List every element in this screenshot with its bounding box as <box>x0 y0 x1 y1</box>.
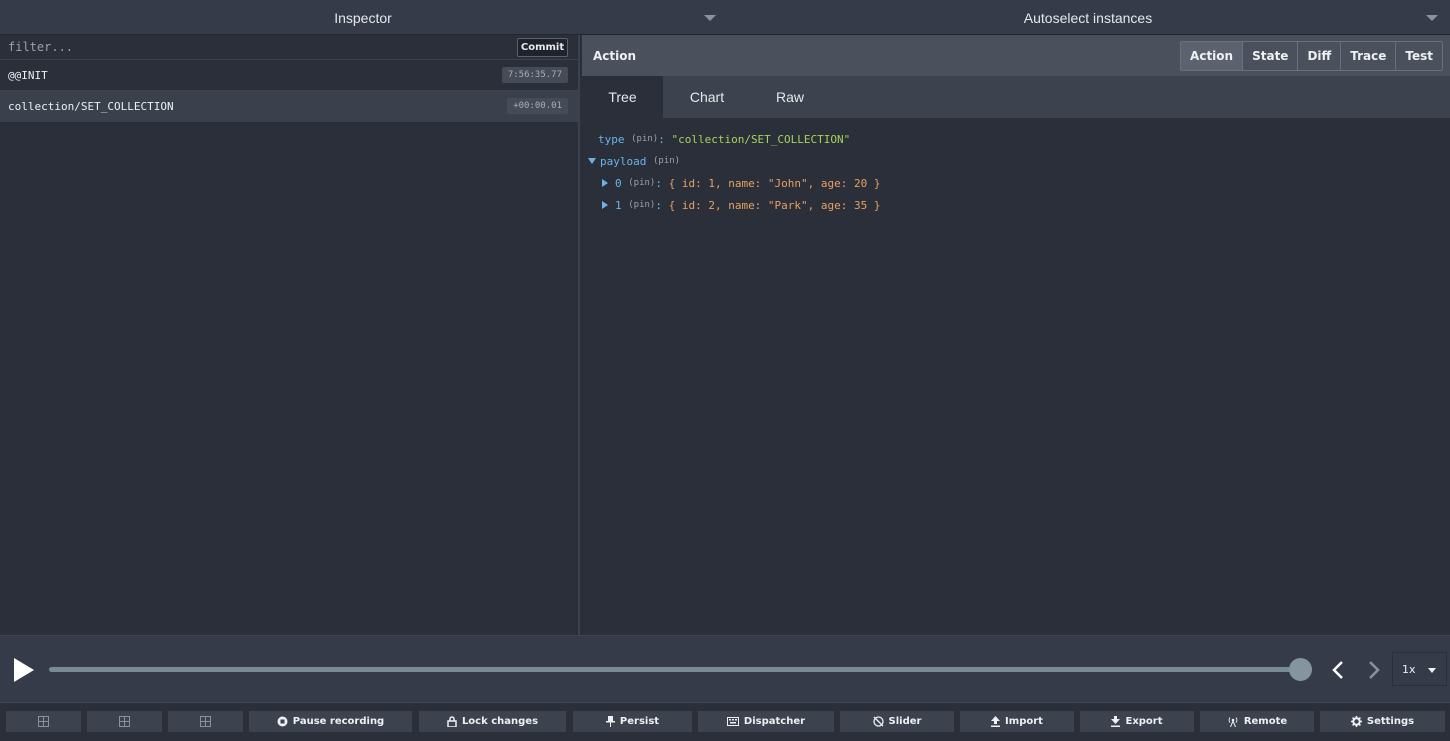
slider-track[interactable] <box>49 667 1303 672</box>
action-name: collection/SET_COLLECTION <box>8 99 174 113</box>
remote-label: Remote <box>1243 716 1288 727</box>
lock-changes-label: Lock changes <box>461 716 539 727</box>
monitor-button-diff[interactable]: Diff <box>1297 41 1341 70</box>
speed-value: 1x <box>1402 662 1416 676</box>
collapsed-arrow-icon[interactable] <box>602 201 608 209</box>
pin-link[interactable]: (pin) <box>653 156 680 166</box>
tree-view: type (pin): "collection/SET_COLLECTION" … <box>582 118 1450 216</box>
inspector-panel: Action Action State Diff Trace Test Tree… <box>582 35 1450 635</box>
play-icon[interactable] <box>14 658 34 682</box>
import-button[interactable]: Import <box>959 710 1075 733</box>
view-tabs: Tree Chart Raw <box>582 76 1450 118</box>
settings-button[interactable]: Settings <box>1319 710 1446 733</box>
monitor-button-trace[interactable]: Trace <box>1340 41 1396 70</box>
import-label: Import <box>1005 716 1043 727</box>
tree-node-item: 1 (pin): { id: 2, name: "Park", age: 35 … <box>588 194 1450 216</box>
export-label: Export <box>1125 716 1163 727</box>
previous-icon[interactable] <box>1328 659 1348 681</box>
instance-select-label: Autoselect instances <box>1023 9 1153 26</box>
chevron-down-icon <box>704 15 716 21</box>
inspector-header: Action Action State Diff Trace Test <box>582 35 1450 76</box>
tree-node-payload: payload (pin) <box>588 150 1450 172</box>
chevron-down-icon <box>1426 15 1438 21</box>
monitor-button-group: Action State Diff Trace Test <box>1180 40 1443 71</box>
inspector-select[interactable]: Inspector <box>0 0 726 35</box>
gear-icon <box>1350 716 1362 727</box>
layout-icon <box>38 716 49 727</box>
persist-button[interactable]: Persist <box>572 710 693 733</box>
bottom-toolbar: Pause recording Lock changes Persist Dis… <box>0 704 1450 741</box>
tree-key[interactable]: 1 <box>615 199 622 212</box>
next-icon[interactable] <box>1364 659 1384 681</box>
pin-link[interactable]: (pin) <box>628 200 655 210</box>
monitor-button-test[interactable]: Test <box>1395 41 1442 70</box>
tree-value: "collection/SET_COLLECTION" <box>671 132 851 146</box>
instance-select[interactable]: Autoselect instances <box>726 0 1450 35</box>
upload-icon <box>991 716 1001 727</box>
layout-right-button[interactable] <box>86 710 163 733</box>
history-off-icon <box>872 716 884 727</box>
monitor-button-state[interactable]: State <box>1242 41 1298 70</box>
tree-key[interactable]: 0 <box>615 177 622 190</box>
tree-value: { id: 2, name: "Park", age: 35 } <box>668 198 881 212</box>
pause-recording-button[interactable]: Pause recording <box>248 710 413 733</box>
monitor-button-action[interactable]: Action <box>1181 41 1243 70</box>
layout-icon <box>119 716 130 727</box>
lock-icon <box>447 716 457 727</box>
tree-value: { id: 1, name: "John", age: 20 } <box>668 176 881 190</box>
layout-left-button[interactable] <box>5 710 82 733</box>
tree-key[interactable]: type <box>598 133 625 146</box>
dispatcher-button[interactable]: Dispatcher <box>697 710 835 733</box>
layout-icon <box>200 716 211 727</box>
filter-row: Commit <box>0 35 578 60</box>
pin-link[interactable]: (pin) <box>628 178 655 188</box>
tab-raw[interactable]: Raw <box>751 76 829 118</box>
pin-icon <box>605 716 615 727</box>
commit-button[interactable]: Commit <box>517 37 568 57</box>
layout-bottom-button[interactable] <box>167 710 244 733</box>
inspector-title: Action <box>593 48 637 63</box>
action-time-badge: 7:56:35.77 <box>501 67 568 83</box>
lock-changes-button[interactable]: Lock changes <box>418 710 567 733</box>
download-icon <box>1111 716 1121 727</box>
keyboard-icon <box>726 717 739 726</box>
pin-link[interactable]: (pin) <box>631 134 658 144</box>
action-item-set-collection[interactable]: collection/SET_COLLECTION +00:00.01 <box>0 91 578 122</box>
slider-thumb[interactable] <box>1289 658 1312 681</box>
inspector-select-label: Inspector <box>334 9 392 26</box>
settings-label: Settings <box>1366 716 1415 727</box>
filter-input[interactable] <box>8 40 517 54</box>
action-item-init[interactable]: @@INIT 7:56:35.77 <box>0 60 578 91</box>
export-button[interactable]: Export <box>1079 710 1195 733</box>
persist-label: Persist <box>619 716 660 727</box>
tree-node-type: type (pin): "collection/SET_COLLECTION" <box>598 132 851 146</box>
action-list-panel: Commit @@INIT 7:56:35.77 collection/SET_… <box>0 35 580 635</box>
pause-record-icon <box>277 716 288 727</box>
antenna-icon <box>1228 717 1238 727</box>
top-bar: Inspector Autoselect instances <box>0 0 1450 35</box>
collapsed-arrow-icon[interactable] <box>602 179 608 187</box>
caret-down-icon <box>1428 668 1436 673</box>
slider-bar: 1x <box>0 635 1450 703</box>
speed-select[interactable]: 1x <box>1392 652 1447 686</box>
tab-chart[interactable]: Chart <box>663 76 751 118</box>
slider-label: Slider <box>888 716 922 727</box>
tab-tree[interactable]: Tree <box>582 76 663 118</box>
pause-recording-label: Pause recording <box>292 716 385 727</box>
slider-button[interactable]: Slider <box>839 710 955 733</box>
expand-arrow-icon[interactable] <box>588 158 596 164</box>
dispatcher-label: Dispatcher <box>743 716 806 727</box>
remote-button[interactable]: Remote <box>1199 710 1315 733</box>
action-name: @@INIT <box>8 68 48 82</box>
tree-key[interactable]: payload <box>600 155 646 168</box>
tree-node-item: 0 (pin): { id: 1, name: "John", age: 20 … <box>588 172 1450 194</box>
action-time-badge: +00:00.01 <box>507 98 568 114</box>
